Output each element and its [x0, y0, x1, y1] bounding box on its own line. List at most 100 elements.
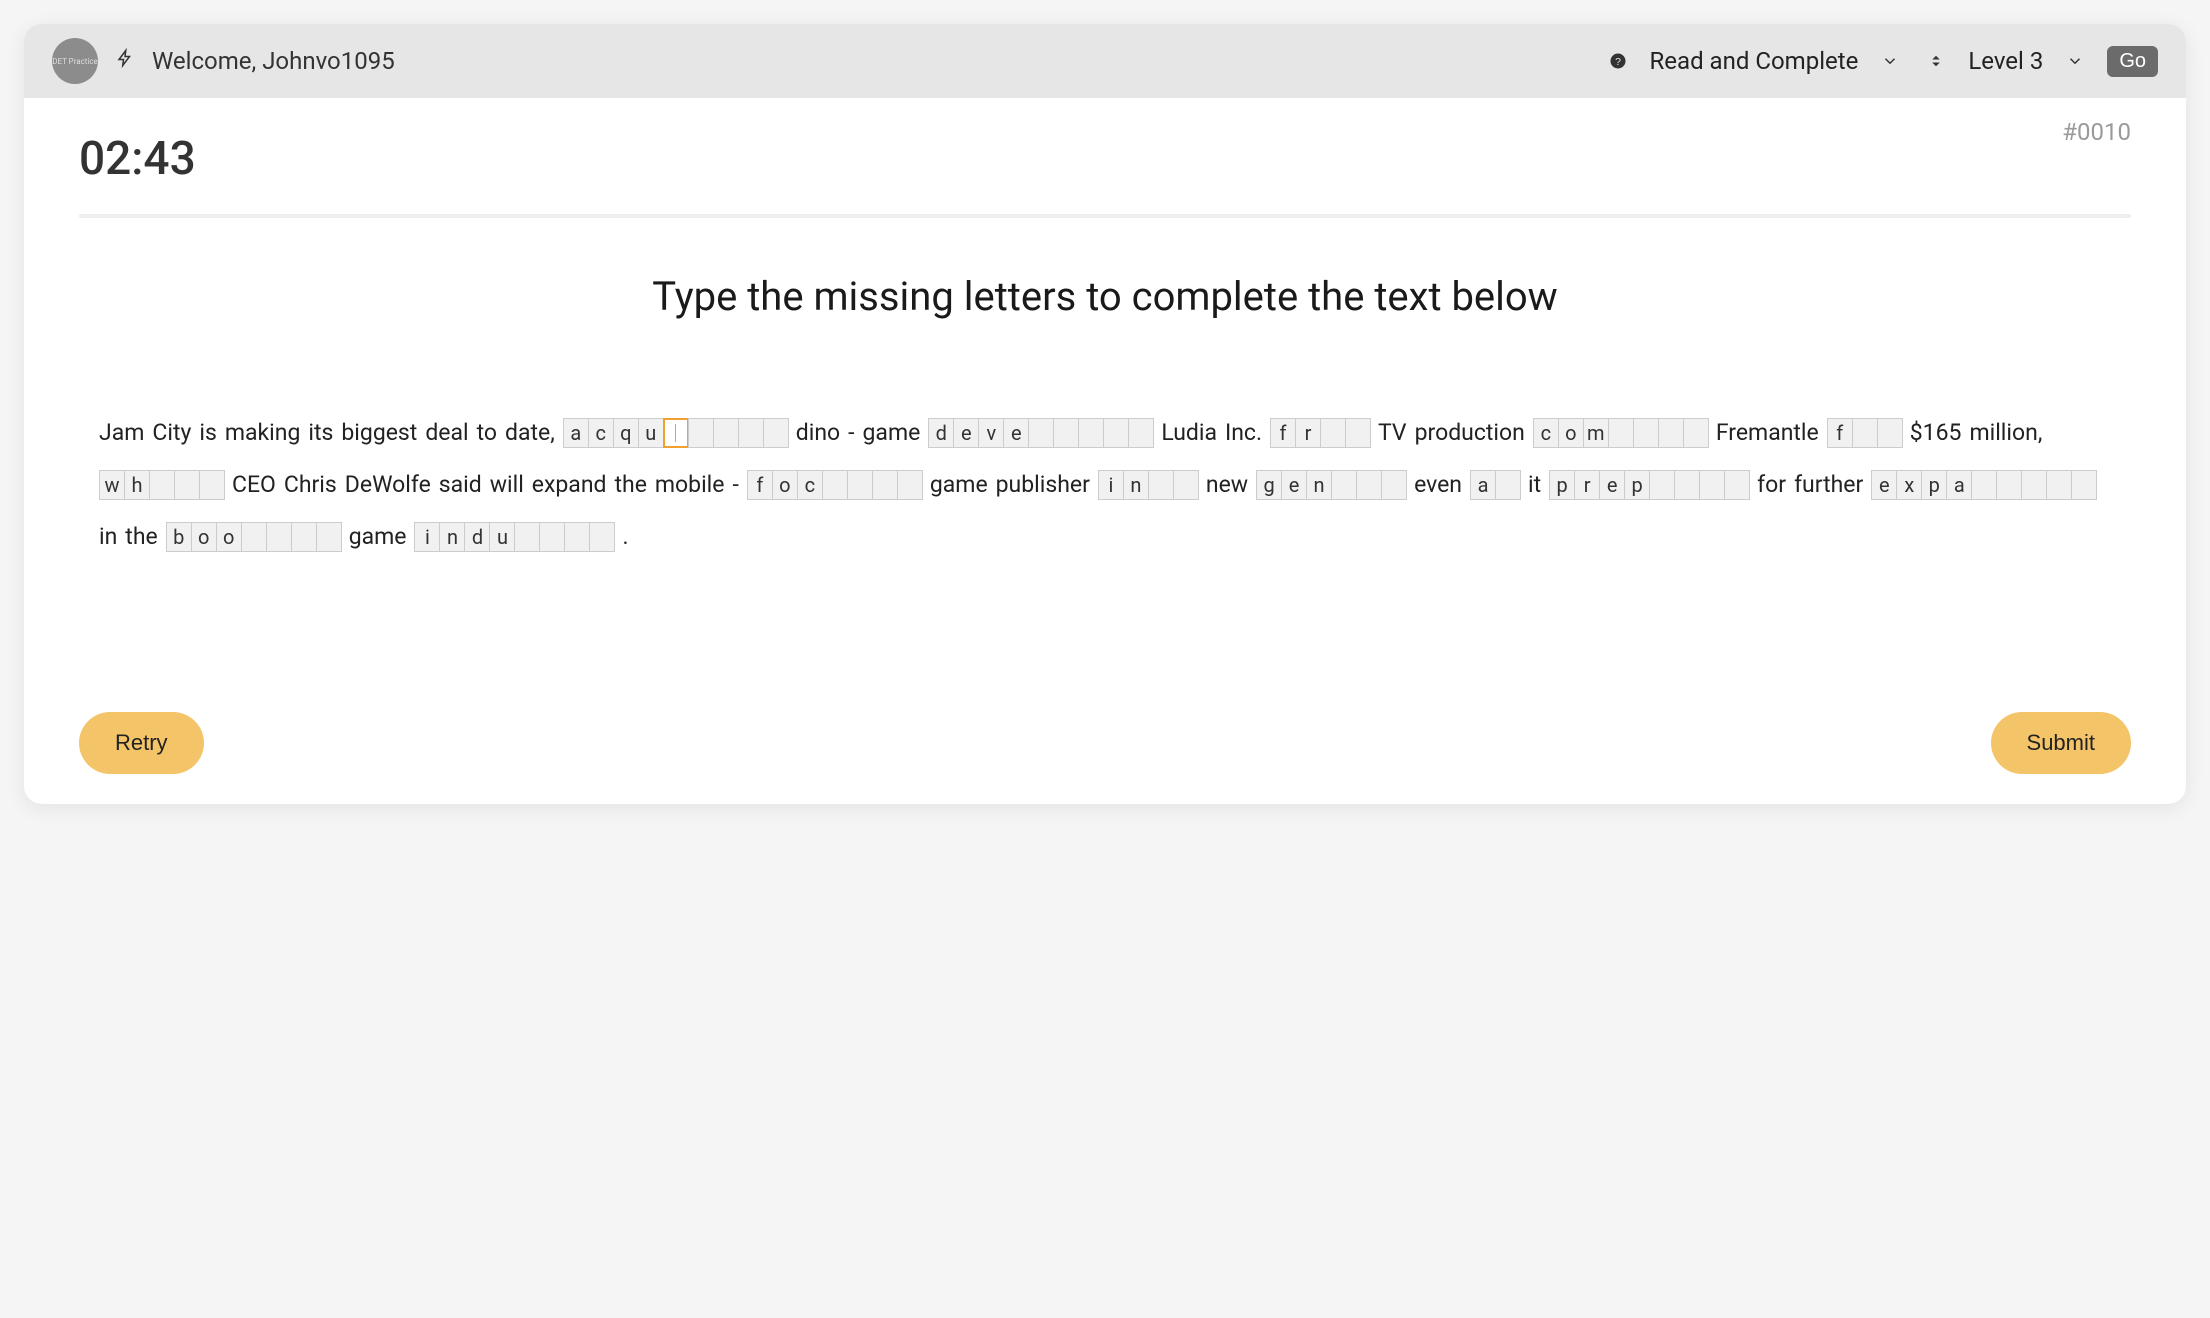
letter-gap[interactable]: gen [1256, 470, 1406, 500]
letter-box[interactable]: c [588, 418, 614, 448]
help-icon[interactable]: ? [1604, 47, 1632, 75]
letter-box[interactable]: d [928, 418, 954, 448]
letter-gap[interactable]: boo [166, 522, 341, 552]
letter-box[interactable] [1128, 418, 1154, 448]
letter-gap[interactable]: f [1827, 418, 1902, 448]
letter-box[interactable]: u [638, 418, 664, 448]
letter-box[interactable]: v [978, 418, 1004, 448]
letter-box[interactable]: e [1281, 470, 1307, 500]
letter-box[interactable] [2046, 470, 2072, 500]
avatar[interactable]: DET Practice [52, 38, 98, 84]
letter-box[interactable] [539, 522, 565, 552]
letter-box[interactable] [1877, 418, 1903, 448]
letter-box[interactable] [872, 470, 898, 500]
letter-box[interactable]: e [953, 418, 979, 448]
letter-box[interactable] [149, 470, 175, 500]
letter-gap[interactable]: indu [414, 522, 614, 552]
letter-box[interactable]: w [99, 470, 125, 500]
letter-box[interactable]: a [1946, 470, 1972, 500]
letter-box[interactable] [663, 418, 689, 448]
letter-box[interactable]: r [1574, 470, 1600, 500]
letter-box[interactable] [1331, 470, 1357, 500]
letter-box[interactable] [1148, 470, 1174, 500]
letter-box[interactable]: a [563, 418, 589, 448]
letter-box[interactable] [763, 418, 789, 448]
letter-box[interactable]: o [772, 470, 798, 500]
letter-box[interactable]: d [464, 522, 490, 552]
letter-gap[interactable]: acqu [563, 418, 788, 448]
letter-box[interactable] [1320, 418, 1346, 448]
letter-gap[interactable]: a [1470, 470, 1520, 500]
go-button[interactable]: Go [2107, 46, 2158, 77]
letter-box[interactable] [1852, 418, 1878, 448]
letter-box[interactable] [1674, 470, 1700, 500]
letter-box[interactable] [1173, 470, 1199, 500]
letter-box[interactable] [1699, 470, 1725, 500]
letter-box[interactable]: n [1123, 470, 1149, 500]
letter-gap[interactable]: prep [1549, 470, 1749, 500]
letter-box[interactable] [266, 522, 292, 552]
letter-box[interactable]: i [1098, 470, 1124, 500]
letter-box[interactable] [1971, 470, 1997, 500]
letter-box[interactable] [1608, 418, 1634, 448]
letter-gap[interactable]: wh [99, 470, 224, 500]
letter-box[interactable]: g [1256, 470, 1282, 500]
letter-box[interactable] [1381, 470, 1407, 500]
letter-box[interactable] [1996, 470, 2022, 500]
letter-box[interactable]: f [1270, 418, 1296, 448]
submit-button[interactable]: Submit [1991, 712, 2131, 774]
letter-box[interactable]: c [797, 470, 823, 500]
letter-box[interactable]: p [1549, 470, 1575, 500]
letter-box[interactable]: n [439, 522, 465, 552]
letter-box[interactable] [897, 470, 923, 500]
retry-button[interactable]: Retry [79, 712, 204, 774]
chevron-down-icon[interactable] [2061, 47, 2089, 75]
letter-box[interactable] [738, 418, 764, 448]
letter-box[interactable] [2021, 470, 2047, 500]
letter-box[interactable]: o [1558, 418, 1584, 448]
letter-box[interactable]: e [1871, 470, 1897, 500]
letter-box[interactable] [316, 522, 342, 552]
letter-box[interactable] [2071, 470, 2097, 500]
letter-box[interactable]: b [166, 522, 192, 552]
letter-box[interactable] [688, 418, 714, 448]
level-selector[interactable]: Level 3 [1922, 47, 2089, 75]
letter-box[interactable]: c [1533, 418, 1559, 448]
letter-gap[interactable]: in [1098, 470, 1198, 500]
letter-box[interactable] [564, 522, 590, 552]
letter-box[interactable]: h [124, 470, 150, 500]
letter-box[interactable]: f [747, 470, 773, 500]
letter-box[interactable]: r [1295, 418, 1321, 448]
letter-box[interactable] [1724, 470, 1750, 500]
letter-box[interactable]: e [1003, 418, 1029, 448]
letter-box[interactable] [1495, 470, 1521, 500]
letter-box[interactable] [514, 522, 540, 552]
sort-icon[interactable] [1922, 47, 1950, 75]
letter-box[interactable]: p [1921, 470, 1947, 500]
chevron-down-icon[interactable] [1876, 47, 1904, 75]
letter-gap[interactable]: deve [928, 418, 1153, 448]
letter-box[interactable]: n [1306, 470, 1332, 500]
letter-box[interactable] [1658, 418, 1684, 448]
letter-box[interactable] [199, 470, 225, 500]
letter-box[interactable] [1103, 418, 1129, 448]
letter-box[interactable] [1345, 418, 1371, 448]
letter-box[interactable] [1356, 470, 1382, 500]
letter-box[interactable] [1053, 418, 1079, 448]
letter-box[interactable] [822, 470, 848, 500]
letter-box[interactable]: o [191, 522, 217, 552]
letter-box[interactable] [1633, 418, 1659, 448]
letter-box[interactable]: o [216, 522, 242, 552]
letter-box[interactable] [241, 522, 267, 552]
letter-box[interactable] [713, 418, 739, 448]
letter-gap[interactable]: fr [1270, 418, 1370, 448]
letter-box[interactable] [847, 470, 873, 500]
letter-box[interactable] [589, 522, 615, 552]
letter-box[interactable] [1028, 418, 1054, 448]
letter-box[interactable] [1078, 418, 1104, 448]
letter-gap[interactable]: foc [747, 470, 922, 500]
letter-box[interactable]: a [1470, 470, 1496, 500]
letter-box[interactable]: u [489, 522, 515, 552]
letter-box[interactable] [1649, 470, 1675, 500]
letter-box[interactable] [291, 522, 317, 552]
